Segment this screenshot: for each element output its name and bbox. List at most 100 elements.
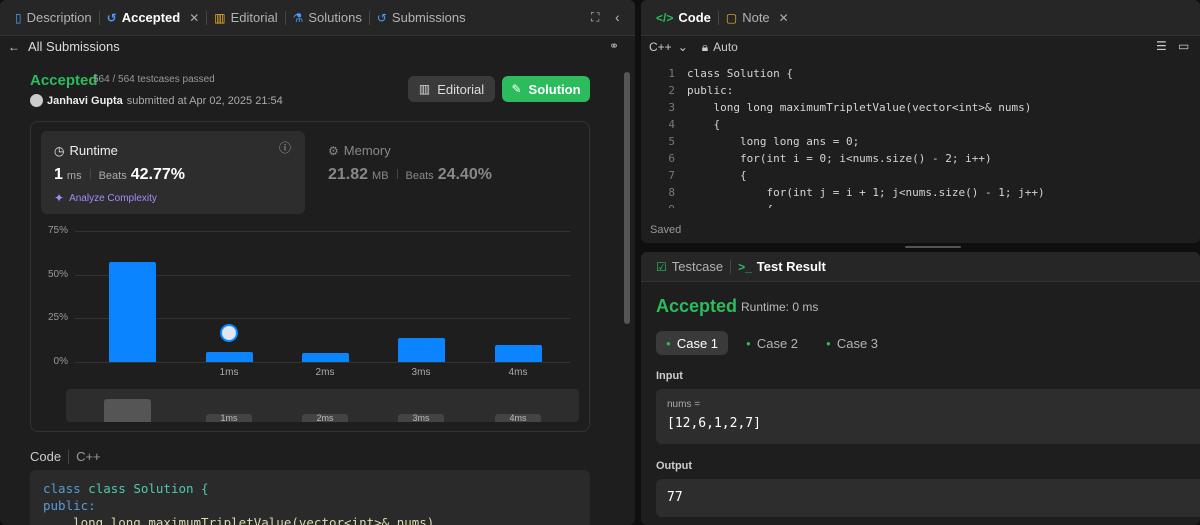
back-link[interactable]: ← All Submissions [8,39,120,54]
tab-submissions-label: Submissions [391,10,466,25]
case-tab-3[interactable]: ● Case 3 [816,331,888,355]
input-box[interactable]: nums = [12,6,1,2,7] [656,389,1200,444]
status-title: Accepted [30,72,98,89]
result-tab-bar: ☑ Testcase >_ Test Result [641,252,1200,282]
code-line: public: [43,498,96,513]
expand-icon[interactable]: ⛶ [591,11,599,23]
tab-description-label: Description [26,10,92,25]
code-editor-panel: </> Code ▢ Note ✕ C++ ⌄ 🔒︎ Auto ☰ ▭ 1 2 3 4… [641,0,1200,243]
editor-code-line: long long maximumTripletValue(vector<int… [687,101,1032,114]
editor-code-line: public: [687,84,734,97]
output-box[interactable]: 77 [656,479,1200,517]
range-selector-highlight [104,399,151,422]
chevron-left-icon[interactable]: ‹ [615,10,620,24]
saved-status: Saved [650,224,682,236]
left-tab-bar: ▯ Description ↺ Accepted ✕ ▥ Editorial ⚗… [0,0,635,36]
case-dot: ● [666,338,671,348]
tab-description[interactable]: ▯ Description [8,0,99,36]
solution-button-label: Solution [528,81,581,97]
link-icon[interactable]: ⚭ [609,40,619,52]
memory-beats: 24.40% [437,166,492,183]
case-tab-2[interactable]: ● Case 2 [736,331,808,355]
testcases-passed: 564 / 564 testcases passed [93,74,215,85]
chevron-down-icon: ⌄ [677,40,688,54]
runtime-unit: ms [66,170,82,182]
checkbox-icon: ☑ [656,259,667,274]
line-numbers: 1 2 3 4 5 6 7 8 9 [655,65,675,208]
range-tick-label: 4ms [495,414,541,423]
line-number: 4 [668,118,675,131]
case-tab-1[interactable]: ● Case 1 [656,331,729,355]
case-dot: ● [746,338,751,348]
memory-value-row[interactable]: 21.82 MB Beats 24.40% [328,166,492,184]
user-name[interactable]: Janhavi Gupta [47,95,123,107]
note-icon: ▢ [725,10,738,25]
editor-toolbar: C++ ⌄ 🔒︎ Auto ☰ ▭ [641,36,1200,58]
tab-editorial[interactable]: ▥ Editorial [207,0,284,36]
runtime-beats: 42.77% [130,166,185,183]
chip-icon: ⚙ [328,143,339,158]
auto-mode[interactable]: 🔒︎ Auto [702,40,738,54]
tab-note[interactable]: ▢ Note ✕ [719,0,796,36]
tab-testcase[interactable]: ☑ Testcase [649,252,730,282]
book-icon: ▥ [418,82,431,96]
history-icon: ↺ [376,10,387,25]
analyze-complexity-link[interactable]: ✦ Analyze Complexity [54,192,157,204]
result-runtime: Runtime: 0 ms [741,300,819,314]
memory-label: ⚙ Memory [328,143,391,158]
tab-code[interactable]: </> Code [649,0,718,36]
tab-accepted[interactable]: ↺ Accepted ✕ [100,0,207,36]
arrow-left-icon: ← [8,39,20,54]
sparkle-icon: ✦ [54,191,65,205]
line-number: 8 [668,186,675,199]
tab-submissions[interactable]: ↺ Submissions [370,0,473,36]
close-icon[interactable]: ✕ [779,12,789,24]
submission-panel: ▯ Description ↺ Accepted ✕ ▥ Editorial ⚗… [0,0,635,525]
info-icon[interactable]: ⓘ [279,142,291,154]
input-label: Input [656,370,683,382]
range-tick-label: 3ms [398,414,444,423]
output-label: Output [656,460,693,472]
test-result-panel: ☑ Testcase >_ Test Result Accepted Runti… [641,252,1200,525]
runtime-beats-label: Beats [98,170,127,182]
solution-button[interactable]: ✎ Solution [502,76,590,102]
editor-code-line: long long ans = 0; [687,135,860,148]
value-divider [89,169,91,179]
tab-solutions-label: Solutions [308,10,362,25]
document-icon: ▯ [15,10,22,25]
format-icon[interactable]: ☰ [1156,40,1167,52]
editorial-button[interactable]: ▥ Editorial [408,76,495,102]
clock-icon: ◷ [54,143,65,158]
value-divider [396,169,398,179]
reset-icon[interactable]: ▭ [1178,40,1189,52]
panel-resize-handle[interactable] [905,246,961,248]
runtime-value-row: 1 ms Beats 42.77% [54,166,185,184]
memory-beats-label: Beats [405,170,434,182]
history-icon: ↺ [106,10,117,25]
runtime-label: ◷ Runtime [54,143,118,158]
line-number: 3 [668,101,675,114]
case-dot: ● [826,338,831,348]
close-icon[interactable]: ✕ [189,12,199,24]
code-lang: C++ [76,449,101,464]
tab-test-result[interactable]: >_ Test Result [731,252,833,282]
input-name: nums = [667,399,701,410]
book-icon: ▥ [214,10,226,25]
code-label: Code [30,449,62,464]
editor-code-line: { [687,201,1197,208]
editor-code-line: { [687,118,721,131]
code-header: Code C++ [30,449,101,464]
code-lines: class Solution {public: long long maximu… [687,65,1197,208]
code-editor[interactable]: 1 2 3 4 5 6 7 8 9 class Solution {public: long l… [641,65,1200,208]
runtime-value: 1 [54,166,63,183]
editor-code-line: for(int j = i + 1; j<nums.size() - 1; j+… [687,186,1045,199]
tab-solutions[interactable]: ⚗ Solutions [286,0,369,36]
range-tick-label: 1ms [206,414,252,423]
output-value: 77 [667,490,683,505]
tab-editorial-label: Editorial [230,10,278,25]
language-select[interactable]: C++ ⌄ [649,40,688,54]
scrollbar[interactable] [624,72,630,324]
code-tab-bar: </> Code ▢ Note ✕ [641,0,1200,36]
back-label: All Submissions [28,39,120,54]
code-icon: </> [656,10,674,25]
